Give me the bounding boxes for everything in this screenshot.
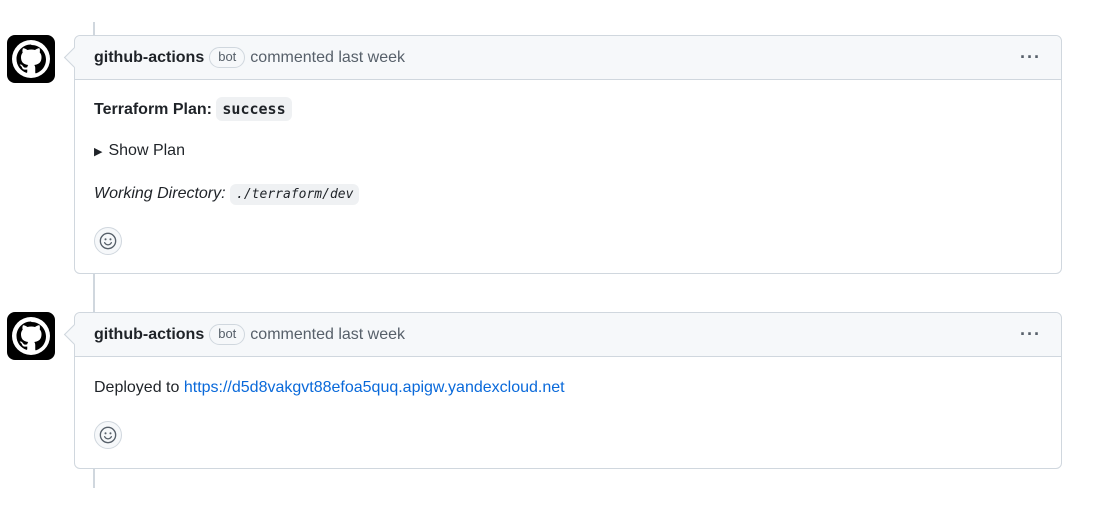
timeline-line: [93, 22, 95, 36]
comment-card: github-actions bot commented last week ·…: [63, 312, 1062, 469]
author-avatar[interactable]: [7, 35, 55, 83]
add-reaction-button[interactable]: [94, 227, 122, 255]
more-options-button[interactable]: ···: [1020, 324, 1041, 345]
show-plan-toggle[interactable]: ▶ Show Plan: [94, 142, 185, 160]
plan-status: success: [216, 97, 292, 121]
smiley-icon: [99, 232, 117, 250]
comment-timestamp[interactable]: commented last week: [250, 326, 405, 344]
workdir-value: ./terraform/dev: [230, 184, 360, 205]
show-plan-label: Show Plan: [108, 142, 185, 159]
deploy-line: Deployed to https://d5d8vakgvt88efoa5quq…: [94, 379, 565, 397]
comment-header: github-actions bot commented last week ·…: [75, 313, 1061, 357]
comment-header: github-actions bot commented last week ·…: [75, 36, 1061, 80]
bot-badge: bot: [209, 47, 246, 68]
more-options-button[interactable]: ···: [1020, 47, 1041, 68]
comment-timestamp[interactable]: commented last week: [250, 49, 405, 67]
working-directory: Working Directory: ./terraform/dev: [94, 184, 360, 205]
plan-title: Terraform Plan: success: [94, 97, 292, 121]
bot-badge: bot: [209, 324, 246, 345]
author-avatar[interactable]: [7, 312, 55, 360]
deploy-url-link[interactable]: https://d5d8vakgvt88efoa5quq.apigw.yande…: [184, 379, 565, 396]
github-mark-icon: [12, 317, 50, 355]
plan-label: Terraform Plan:: [94, 101, 212, 118]
smiley-icon: [99, 426, 117, 444]
triangle-right-icon: ▶: [94, 146, 103, 158]
timeline-line: [93, 469, 95, 488]
workdir-label: Working Directory:: [94, 185, 226, 202]
timeline-line: [93, 274, 95, 312]
add-reaction-button[interactable]: [94, 421, 122, 449]
comment-card: github-actions bot commented last week ·…: [63, 35, 1062, 274]
github-mark-icon: [12, 40, 50, 78]
comment-body: Deployed to https://d5d8vakgvt88efoa5quq…: [75, 357, 1061, 469]
author-name[interactable]: github-actions: [94, 49, 204, 67]
comment-body: Terraform Plan: success ▶ Show Plan Worki…: [75, 80, 1061, 274]
deploy-label: Deployed to: [94, 379, 180, 396]
author-name[interactable]: github-actions: [94, 326, 204, 344]
